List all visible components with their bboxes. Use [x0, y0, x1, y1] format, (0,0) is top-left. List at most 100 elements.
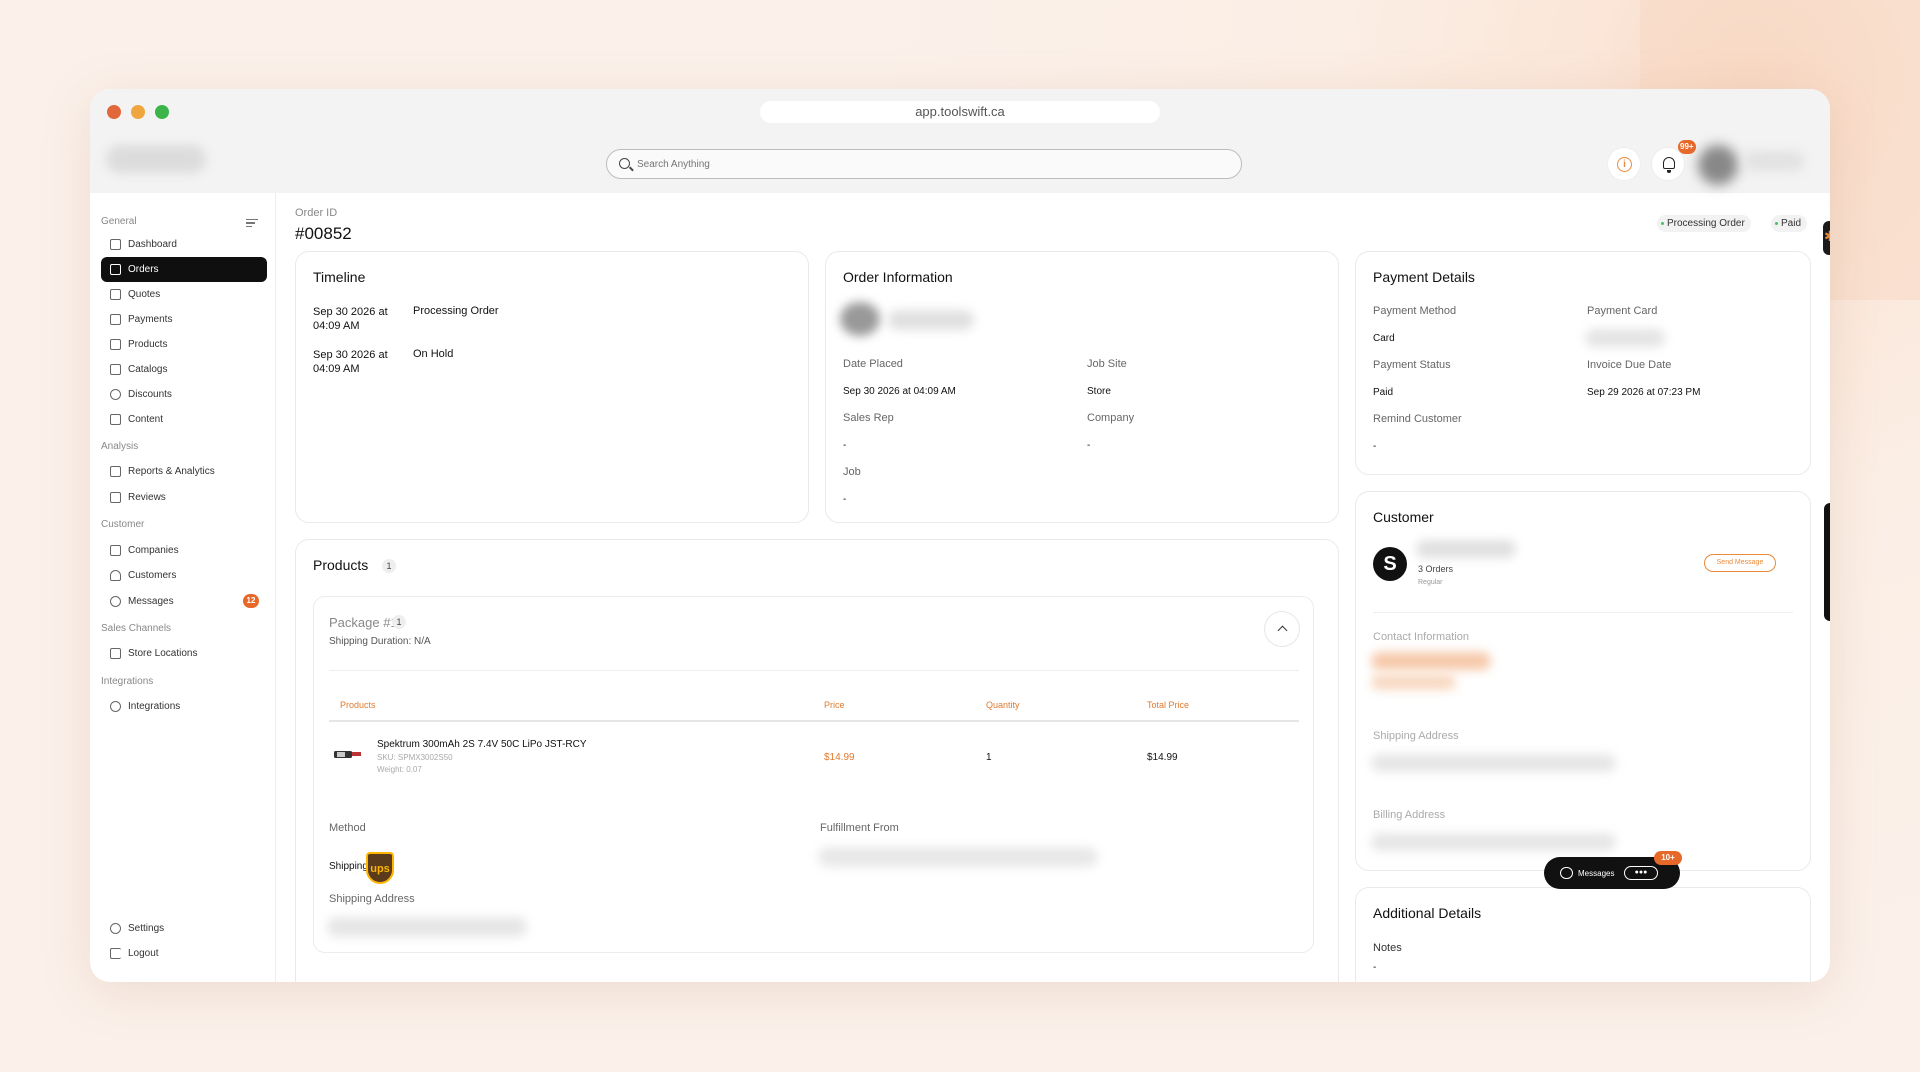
sidebar-item-products[interactable]: Products	[101, 332, 267, 357]
customer-shipping-address	[1371, 754, 1616, 772]
section-customer: Customer	[101, 519, 145, 530]
sidebar-item-content[interactable]: Content	[101, 407, 267, 432]
customer-tier: Regular	[1418, 579, 1443, 586]
timeline-status-2: On Hold	[413, 348, 454, 360]
sidebar-item-companies[interactable]: Companies	[101, 538, 267, 563]
info-icon: i	[1617, 157, 1632, 172]
timeline-date-1: Sep 30 2026 at 04:09 AM	[313, 306, 388, 332]
cart-icon	[110, 264, 121, 275]
sidebar-item-catalogs[interactable]: Catalogs	[101, 357, 267, 382]
bell-icon	[1663, 157, 1675, 173]
package-panel: Package #1 1 Shipping Duration: N/A Prod…	[313, 596, 1314, 953]
sidebar-item-messages[interactable]: Messages 12	[101, 589, 267, 614]
user-icon	[110, 570, 121, 581]
order-customer-name	[888, 310, 974, 330]
payment-card-label: Payment Card	[1587, 305, 1658, 317]
customer-phone[interactable]	[1371, 674, 1456, 690]
app-logo[interactable]	[106, 145, 206, 173]
catalog-icon	[110, 364, 121, 375]
sidebar-item-reports[interactable]: Reports & Analytics	[101, 459, 267, 484]
customer-billing-address-label: Billing Address	[1373, 809, 1446, 821]
status-badge-processing: Processing Order	[1657, 215, 1751, 232]
collapse-package-button[interactable]	[1264, 611, 1300, 647]
divider	[329, 670, 1299, 671]
gear-icon	[110, 923, 121, 934]
additional-details-title: Additional Details	[1373, 905, 1482, 921]
section-analysis: Analysis	[101, 441, 139, 452]
store-icon	[110, 648, 121, 659]
minimize-window-button[interactable]	[131, 105, 145, 119]
sidebar-item-orders[interactable]: Orders	[101, 257, 267, 282]
customer-email[interactable]	[1371, 652, 1491, 670]
products-card: Products 1 Package #1 1 Shipping Duratio…	[295, 539, 1339, 982]
sidebar-item-quotes[interactable]: Quotes	[101, 282, 267, 307]
status-badge-paid: Paid	[1771, 215, 1808, 232]
section-general: General	[101, 216, 137, 227]
column-header-total-price: Total Price	[1147, 700, 1190, 710]
sidebar-item-integrations[interactable]: Integrations	[101, 694, 267, 719]
chat-icon	[1560, 867, 1573, 879]
sidebar-item-reviews[interactable]: Reviews	[101, 485, 267, 510]
payment-details-card: Payment Details Payment Method Card Paym…	[1355, 251, 1811, 475]
customer-name[interactable]	[1416, 540, 1516, 558]
sales-rep-value: -	[843, 440, 847, 451]
payment-method-label: Payment Method	[1373, 305, 1457, 317]
remind-customer-label: Remind Customer	[1373, 413, 1462, 425]
send-message-button[interactable]: Send Message	[1704, 554, 1776, 572]
settings-button[interactable]: Settings	[101, 916, 267, 941]
invoice-due-label: Invoice Due Date	[1587, 359, 1672, 371]
collapse-sidebar-icon[interactable]	[246, 219, 258, 227]
order-information-card: Order Information Date Placed Sep 30 202…	[825, 251, 1339, 523]
pen-icon	[110, 414, 121, 425]
logout-button[interactable]: Logout	[101, 941, 267, 966]
products-title: Products	[313, 557, 369, 573]
contact-information-label: Contact Information	[1373, 631, 1469, 643]
timeline-card: Timeline Sep 30 2026 at 04:09 AM Process…	[295, 251, 809, 523]
product-name[interactable]: Spektrum 300mAh 2S 7.4V 50C LiPo JST-RCY	[377, 739, 587, 750]
timeline-status-1: Processing Order	[413, 305, 499, 317]
product-sku: SKU: SPMX3002S50	[377, 753, 453, 762]
sidebar-item-customers[interactable]: Customers	[101, 563, 267, 588]
sidebar-item-discounts[interactable]: Discounts	[101, 382, 267, 407]
quote-icon	[110, 289, 121, 300]
divider	[329, 720, 1299, 722]
sidebar: General Dashboard Orders Quotes Payments…	[90, 193, 276, 982]
column-header-quantity: Quantity	[986, 700, 1020, 710]
sidebar-item-store-locations[interactable]: Store Locations	[101, 641, 267, 666]
job-value: -	[843, 494, 847, 505]
scroll-handle[interactable]	[1824, 503, 1830, 621]
user-avatar[interactable]	[1698, 145, 1738, 185]
building-icon	[110, 545, 121, 556]
customer-logo: S	[1373, 547, 1407, 581]
search-bar[interactable]	[606, 149, 1242, 179]
remind-customer-value[interactable]: -	[1373, 441, 1376, 452]
sidebar-item-dashboard[interactable]: Dashboard	[101, 232, 267, 257]
shipping-duration: Shipping Duration: N/A	[329, 636, 431, 647]
notes-label: Notes	[1373, 942, 1402, 954]
reviews-icon	[110, 492, 121, 503]
search-icon	[619, 158, 630, 169]
help-button[interactable]: i	[1607, 147, 1641, 181]
method-value: Shipping	[329, 861, 368, 872]
customer-billing-address	[1371, 833, 1616, 851]
address-bar[interactable]: app.toolswift.ca	[760, 101, 1160, 123]
side-panel-toggle[interactable]	[1823, 221, 1830, 255]
close-window-button[interactable]	[107, 105, 121, 119]
search-input[interactable]	[637, 150, 1227, 178]
messages-widget[interactable]: Messages ●●● 10+	[1544, 851, 1682, 889]
logout-icon	[110, 948, 121, 959]
date-placed-value: Sep 30 2026 at 04:09 AM	[843, 386, 956, 397]
chart-icon	[110, 466, 121, 477]
sidebar-item-payments[interactable]: Payments	[101, 307, 267, 332]
job-label: Job	[843, 466, 861, 478]
company-value: -	[1087, 440, 1091, 451]
date-placed-label: Date Placed	[843, 358, 903, 370]
additional-details-card: Additional Details Notes -	[1355, 887, 1811, 982]
company-label: Company	[1087, 412, 1135, 424]
customer-shipping-address-label: Shipping Address	[1373, 730, 1459, 742]
user-name[interactable]	[1744, 151, 1804, 171]
payment-card-value	[1585, 329, 1665, 347]
fulfillment-from-label: Fulfillment From	[820, 822, 899, 834]
shipping-address-value	[327, 917, 527, 937]
maximize-window-button[interactable]	[155, 105, 169, 119]
